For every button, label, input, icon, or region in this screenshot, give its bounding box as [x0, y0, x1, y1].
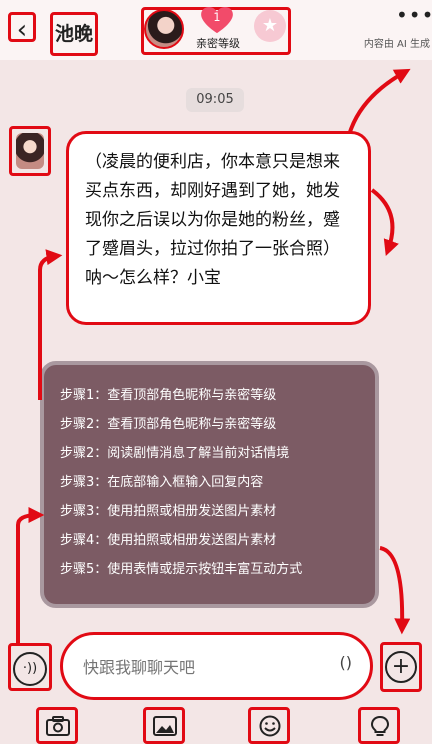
message-time: 09:05 [186, 88, 244, 112]
message-bubble: （凌晨的便利店，你本意只是想来买点东西，却刚好遇到了她，她发现你之后误以为你是她… [66, 131, 371, 325]
intimacy-level: 1 [213, 11, 220, 24]
add-button[interactable]: + [380, 642, 422, 692]
message-input-box[interactable]: () [60, 632, 373, 700]
intimacy-label: 亲密等级 [196, 37, 240, 50]
character-avatar[interactable] [144, 9, 184, 49]
back-button[interactable]: ‹ [8, 12, 36, 45]
emoji-button[interactable] [248, 707, 290, 744]
step-item: 步骤5：使用表情或提示按钮丰富互动方式 [60, 562, 303, 577]
step-item: 步骤2：查看顶部角色昵称与亲密等级 [60, 417, 277, 432]
step-item: 步骤2：阅读剧情消息了解当前对话情境 [60, 446, 290, 461]
heart-icon: 1 [201, 7, 233, 34]
step-item: 步骤3：在底部输入框输入回复内容 [60, 475, 264, 490]
paren-icon[interactable]: () [340, 653, 352, 672]
plus-icon: + [385, 651, 417, 683]
more-icon[interactable]: ••• [396, 5, 432, 28]
image-button[interactable] [143, 707, 185, 744]
steps-overlay: 步骤1：查看顶部角色昵称与亲密等级 步骤2：查看顶部角色昵称与亲密等级 步骤2：… [40, 361, 379, 608]
character-name: 池晚 [50, 12, 98, 56]
emoji-icon [259, 715, 281, 737]
voice-button[interactable]: ·)) [8, 643, 52, 691]
message-avatar[interactable] [9, 126, 51, 176]
hint-button[interactable] [358, 707, 400, 744]
step-item: 步骤1：查看顶部角色昵称与亲密等级 [60, 388, 277, 403]
badge-icon[interactable]: ★ [254, 10, 286, 42]
camera-button[interactable] [36, 707, 78, 744]
step-item: 步骤3：使用拍照或相册发送图片素材 [60, 504, 277, 519]
lightbulb-icon [370, 715, 390, 736]
message-input[interactable] [81, 653, 305, 681]
camera-icon [46, 716, 70, 736]
voice-icon: ·)) [13, 652, 47, 686]
step-item: 步骤4：使用拍照或相册发送图片素材 [60, 533, 277, 548]
ai-generated-note: 内容由 AI 生成 [363, 39, 430, 50]
image-icon [153, 716, 177, 736]
